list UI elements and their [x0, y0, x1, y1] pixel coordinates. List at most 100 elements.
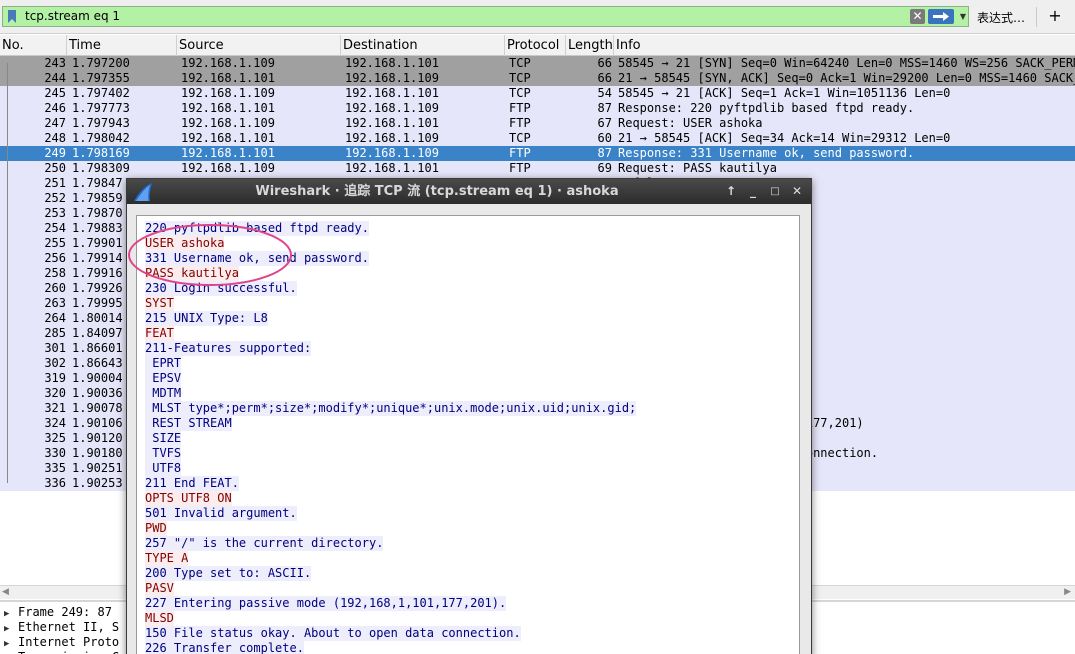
detail-tree-label: Internet Proto: [18, 635, 120, 649]
packet-cell-len: 87: [597, 146, 612, 160]
server-stream-line: EPSV: [145, 371, 182, 386]
expression-button[interactable]: 表达式…: [977, 9, 1025, 26]
server-stream-line: 227 Entering passive mode (192,168,1,101…: [145, 596, 507, 611]
packet-cell-info: Response: 220 pyftpdlib based ftpd ready…: [618, 101, 915, 115]
packet-cell-time: 1.797402: [72, 86, 130, 100]
follow-tcp-stream-dialog: Wireshark · 追踪 TCP 流 (tcp.stream eq 1) ·…: [126, 178, 812, 654]
packet-cell-len: 69: [597, 161, 612, 175]
packet-cell-no: 255: [44, 236, 66, 250]
apply-filter-arrow-icon[interactable]: [928, 9, 954, 24]
packet-cell-no: 301: [44, 341, 66, 355]
dialog-titlebar[interactable]: Wireshark · 追踪 TCP 流 (tcp.stream eq 1) ·…: [127, 179, 811, 204]
packet-cell-dst: 192.168.1.109: [345, 101, 439, 115]
packet-cell-proto: FTP: [509, 101, 531, 115]
packet-row[interactable]: 243 1.797200 192.168.1.109 192.168.1.101 TCP…: [0, 56, 1075, 71]
packet-cell-proto: FTP: [509, 116, 531, 130]
detail-tree-item[interactable]: ▶ Frame 249: 87: [4, 605, 112, 620]
packet-cell-time: 1.798042: [72, 131, 130, 145]
packet-cell-time: 1.797943: [72, 116, 130, 130]
packet-row[interactable]: 250 1.798309 192.168.1.109 192.168.1.101 FTP…: [0, 161, 1075, 176]
packet-cell-no: 253: [44, 206, 66, 220]
packet-cell-no: 245: [44, 86, 66, 100]
column-header-time[interactable]: Time: [67, 35, 177, 56]
packet-cell-info: 21 → 58545 [SYN, ACK] Seq=0 Ack=1 Win=29…: [618, 71, 1075, 85]
packet-cell-src: 192.168.1.109: [181, 116, 275, 130]
scroll-left-icon[interactable]: ◀: [2, 587, 9, 597]
packet-cell-no: 336: [44, 476, 66, 490]
packet-cell-time: 1.797355: [72, 71, 130, 85]
packet-list-header: No. Time Source Destination Protocol Len…: [0, 35, 1075, 56]
packet-row[interactable]: 245 1.797402 192.168.1.109 192.168.1.101 TCP…: [0, 86, 1075, 101]
packet-row[interactable]: 248 1.798042 192.168.1.101 192.168.1.109 TCP…: [0, 131, 1075, 146]
close-button[interactable]: ✕: [790, 184, 804, 199]
packet-cell-no: 246: [44, 101, 66, 115]
scroll-right-icon[interactable]: ▶: [1064, 587, 1071, 597]
server-stream-line: EPRT: [145, 356, 182, 371]
dialog-title: Wireshark · 追踪 TCP 流 (tcp.stream eq 1) ·…: [255, 184, 619, 199]
packet-cell-src: 192.168.1.101: [181, 146, 275, 160]
packet-cell-src: 192.168.1.101: [181, 101, 275, 115]
column-header-protocol[interactable]: Protocol: [505, 35, 566, 56]
chevron-down-icon[interactable]: ▼: [958, 9, 968, 24]
packet-cell-no: 321: [44, 401, 66, 415]
column-header-source[interactable]: Source: [177, 35, 341, 56]
packet-cell-proto: FTP: [509, 146, 531, 160]
packet-cell-len: 54: [597, 86, 612, 100]
packet-cell-dst: 192.168.1.109: [345, 71, 439, 85]
server-stream-line: MDTM: [145, 386, 182, 401]
packet-cell-no: 319: [44, 371, 66, 385]
detail-tree-item[interactable]: ▶Transmission C: [4, 650, 119, 654]
detail-tree-item[interactable]: ▶ Internet Proto: [4, 635, 119, 650]
packet-cell-no: 302: [44, 356, 66, 370]
clear-filter-icon[interactable]: ✕: [910, 9, 925, 24]
packet-cell-info: 21 → 58545 [ACK] Seq=34 Ack=14 Win=29312…: [618, 131, 951, 145]
packet-cell-proto: TCP: [509, 56, 531, 70]
server-stream-line: 150 File status okay. About to open data…: [145, 626, 521, 641]
packet-cell-dst: 192.168.1.101: [345, 116, 439, 130]
packet-cell-proto: FTP: [509, 161, 531, 175]
add-filter-button[interactable]: +: [1046, 5, 1064, 27]
filter-text[interactable]: tcp.stream eq 1: [25, 9, 120, 23]
detail-tree-label: Ethernet II, S: [18, 620, 120, 634]
packet-cell-len: 66: [597, 56, 612, 70]
client-stream-line: PASV: [145, 581, 174, 596]
packet-cell-len: 60: [597, 131, 612, 145]
column-header-no[interactable]: No.: [0, 35, 67, 56]
detail-tree-item[interactable]: ▶ Ethernet II, S: [4, 620, 119, 635]
server-stream-line: SIZE: [145, 431, 182, 446]
column-header-destination[interactable]: Destination: [341, 35, 505, 56]
server-stream-line: 501 Invalid argument.: [145, 506, 297, 521]
packet-row[interactable]: 247 1.797943 192.168.1.109 192.168.1.101 FTP…: [0, 116, 1075, 131]
packet-row[interactable]: 246 1.797773 192.168.1.101 192.168.1.109 FTP…: [0, 101, 1075, 116]
client-stream-line: PASS kautilya: [145, 266, 239, 281]
server-stream-line: UTF8: [145, 461, 182, 476]
minimize-button[interactable]: _: [746, 184, 760, 199]
stream-content[interactable]: 220 pyftpdlib based ftpd ready. USER asho…: [136, 215, 800, 654]
packet-cell-no: 325: [44, 431, 66, 445]
packet-row[interactable]: 249 1.798169 192.168.1.101 192.168.1.109 FTP…: [0, 146, 1075, 161]
bookmark-icon[interactable]: [6, 9, 18, 24]
packet-cell-len: 66: [597, 71, 612, 85]
packet-cell-no: 330: [44, 446, 66, 460]
column-header-info[interactable]: Info: [614, 35, 1075, 56]
packet-cell-info: 58545 → 21 [SYN] Seq=0 Win=64240 Len=0 M…: [618, 56, 1075, 70]
maximize-button[interactable]: □: [768, 184, 782, 199]
column-header-length[interactable]: Length: [566, 35, 614, 56]
packet-cell-dst: 192.168.1.101: [345, 161, 439, 175]
packet-cell-no: 244: [44, 71, 66, 85]
server-stream-line: 200 Type set to: ASCII.: [145, 566, 312, 581]
client-stream-line: TYPE A: [145, 551, 189, 566]
packet-cell-no: 258: [44, 266, 66, 280]
display-filter-input[interactable]: tcp.stream eq 1 ✕ ▼: [2, 6, 969, 27]
client-stream-line: SYST: [145, 296, 174, 311]
keep-above-button[interactable]: ↑: [724, 184, 738, 199]
packet-cell-no: 260: [44, 281, 66, 295]
packet-cell-no: 248: [44, 131, 66, 145]
packet-row[interactable]: 244 1.797355 192.168.1.101 192.168.1.109 TCP…: [0, 71, 1075, 86]
packet-cell-time: 1.798309: [72, 161, 130, 175]
packet-cell-dst: 192.168.1.109: [345, 146, 439, 160]
packet-cell-no: 247: [44, 116, 66, 130]
toolbar-divider: [1036, 7, 1037, 27]
packet-cell-info: 58545 → 21 [ACK] Seq=1 Ack=1 Win=1051136…: [618, 86, 951, 100]
packet-cell-info: Response: 331 Username ok, send password…: [618, 146, 915, 160]
